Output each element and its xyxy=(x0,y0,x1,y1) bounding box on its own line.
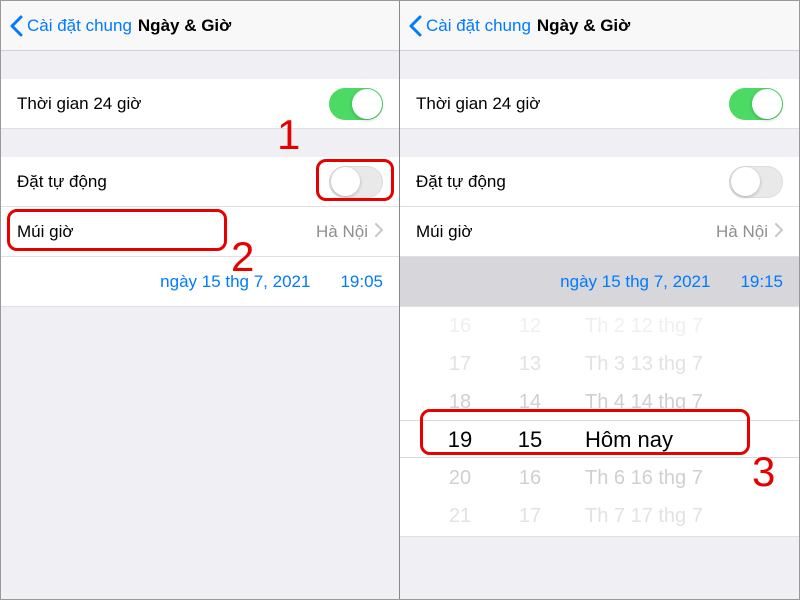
row-datetime[interactable]: ngày 15 thg 7, 2021 19:05 xyxy=(1,257,399,307)
picker-item[interactable]: Th 3 13 thg 7 xyxy=(585,345,703,383)
picker-item[interactable]: 17 xyxy=(519,497,541,535)
picker-item[interactable]: 14 xyxy=(519,383,541,421)
back-button[interactable]: Cài đặt chung xyxy=(9,15,132,37)
back-label: Cài đặt chung xyxy=(426,16,531,36)
row-timezone[interactable]: Múi giờ Hà Nội xyxy=(400,207,799,257)
time-label: 19:05 xyxy=(340,272,383,292)
page-title: Ngày & Giờ xyxy=(138,16,231,36)
toggle-auto[interactable] xyxy=(329,166,383,198)
row-timezone[interactable]: Múi giờ Hà Nội xyxy=(1,207,399,257)
row-timezone-label: Múi giờ xyxy=(17,222,74,242)
picker-item[interactable]: Th 2 12 thg 7 xyxy=(585,307,703,345)
row-timezone-value: Hà Nội xyxy=(316,222,368,242)
picker-item[interactable]: 16 xyxy=(449,307,471,345)
picker-item-selected[interactable]: Hôm nay xyxy=(585,421,673,459)
picker-col-day[interactable]: Th 2 12 thg 7 Th 3 13 thg 7 Th 4 14 thg … xyxy=(575,307,775,536)
picker-item[interactable]: Th 7 17 thg 7 xyxy=(585,497,703,535)
picker-item[interactable]: 20 xyxy=(449,459,471,497)
row-auto-label: Đặt tự động xyxy=(416,172,506,192)
screenshot-right: Cài đặt chung Ngày & Giờ Thời gian 24 gi… xyxy=(400,1,799,599)
picker-col-hour[interactable]: 16 17 18 19 20 21 22 xyxy=(430,307,490,536)
picker-item[interactable]: Th 4 14 thg 7 xyxy=(585,383,703,421)
date-label: ngày 15 thg 7, 2021 xyxy=(160,272,310,292)
row-24h-label: Thời gian 24 giờ xyxy=(17,94,141,114)
picker-item[interactable]: 17 xyxy=(449,345,471,383)
back-label: Cài đặt chung xyxy=(27,16,132,36)
chevron-left-icon xyxy=(9,15,23,37)
row-24h[interactable]: Thời gian 24 giờ xyxy=(1,79,399,129)
chevron-right-icon xyxy=(774,222,783,242)
chevron-left-icon xyxy=(408,15,422,37)
picker-item-selected[interactable]: 19 xyxy=(448,421,472,459)
datetime-picker[interactable]: 16 17 18 19 20 21 22 12 13 14 15 16 17 1… xyxy=(400,307,799,537)
row-datetime[interactable]: ngày 15 thg 7, 2021 19:15 xyxy=(400,257,799,307)
date-label: ngày 15 thg 7, 2021 xyxy=(560,272,710,292)
row-auto[interactable]: Đặt tự động xyxy=(400,157,799,207)
section-gap xyxy=(400,129,799,157)
navbar: Cài đặt chung Ngày & Giờ xyxy=(400,1,799,51)
section-gap xyxy=(400,51,799,79)
picker-item[interactable]: 22 xyxy=(449,535,471,537)
time-label: 19:15 xyxy=(740,272,783,292)
picker-item[interactable]: 13 xyxy=(519,345,541,383)
picker-item-selected[interactable]: 15 xyxy=(518,421,542,459)
toggle-auto[interactable] xyxy=(729,166,783,198)
back-button[interactable]: Cài đặt chung xyxy=(408,15,531,37)
row-timezone-label: Múi giờ xyxy=(416,222,473,242)
page-title: Ngày & Giờ xyxy=(537,16,630,36)
screenshot-left: Cài đặt chung Ngày & Giờ Thời gian 24 gi… xyxy=(1,1,400,599)
row-24h[interactable]: Thời gian 24 giờ xyxy=(400,79,799,129)
toggle-24h[interactable] xyxy=(329,88,383,120)
picker-item[interactable]: 16 xyxy=(519,459,541,497)
picker-item[interactable]: 18 xyxy=(449,383,471,421)
row-timezone-value: Hà Nội xyxy=(716,222,768,242)
chevron-right-icon xyxy=(374,222,383,242)
row-auto-label: Đặt tự động xyxy=(17,172,107,192)
picker-col-minute[interactable]: 12 13 14 15 16 17 18 xyxy=(500,307,560,536)
picker-item[interactable]: 18 xyxy=(519,535,541,537)
picker-item[interactable]: 12 xyxy=(519,307,541,345)
picker-item[interactable]: Th 6 16 thg 7 xyxy=(585,459,703,497)
picker-item[interactable]: 21 xyxy=(449,497,471,535)
navbar: Cài đặt chung Ngày & Giờ xyxy=(1,1,399,51)
row-24h-label: Thời gian 24 giờ xyxy=(416,94,540,114)
section-gap xyxy=(1,51,399,79)
toggle-24h[interactable] xyxy=(729,88,783,120)
row-auto[interactable]: Đặt tự động xyxy=(1,157,399,207)
section-gap xyxy=(1,129,399,157)
picker-item[interactable]: CN 18 thg 7 xyxy=(585,535,692,537)
